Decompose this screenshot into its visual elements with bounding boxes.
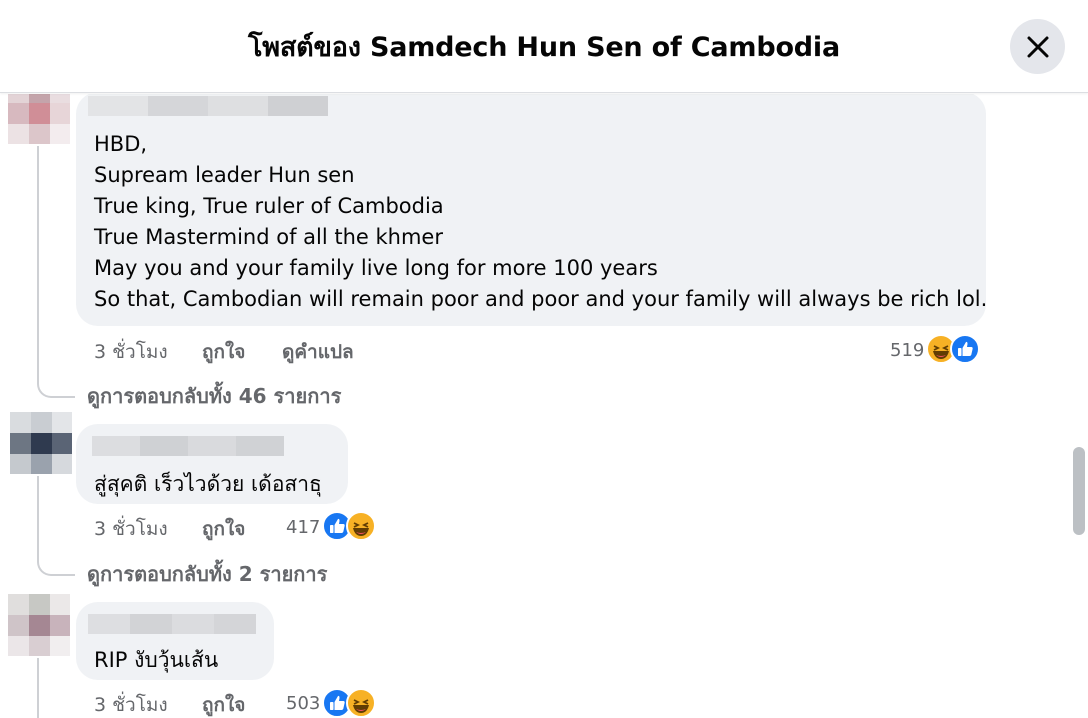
comment-bubble: HBD, Supream leader Hun sen True king, T…	[76, 94, 988, 326]
dialog-header: โพสต์ของ Samdech Hun Sen of Cambodia	[0, 0, 1088, 93]
see-translation-button[interactable]: ดูคำแปล	[282, 337, 354, 367]
author-name-blurred[interactable]	[92, 436, 284, 456]
like-button[interactable]: ถูกใจ	[202, 690, 245, 718]
comment-text-line: RIP งับวุ้นเส้น	[94, 648, 219, 672]
scrollbar-track[interactable]	[1072, 94, 1088, 718]
reactions[interactable]	[926, 334, 986, 364]
reactions[interactable]	[322, 511, 382, 541]
avatar[interactable]	[10, 412, 72, 474]
comment-text-line: True king, True ruler of Cambodia	[94, 194, 444, 218]
dialog-title: โพสต์ของ Samdech Hun Sen of Cambodia	[248, 31, 840, 63]
comment-text-line: True Mastermind of all the khmer	[94, 225, 443, 249]
view-replies-link[interactable]: ดูการตอบกลับทั้ง 46 รายการ	[87, 380, 341, 412]
comment-text-line: Supream leader Hun sen	[94, 163, 355, 187]
comment-timestamp[interactable]: 3 ชั่วโมง	[94, 690, 168, 718]
comment-timestamp[interactable]: 3 ชั่วโมง	[94, 337, 168, 367]
thread-connector	[37, 146, 75, 398]
comment-bubble: RIP งับวุ้นเส้น	[76, 602, 274, 680]
avatar[interactable]	[8, 594, 70, 656]
like-icon	[950, 334, 980, 364]
comments-list: HBD, Supream leader Hun sen True king, T…	[0, 94, 1088, 718]
thread-connector	[37, 476, 75, 576]
reaction-count[interactable]: 417	[286, 517, 320, 538]
like-button[interactable]: ถูกใจ	[202, 337, 245, 367]
haha-icon	[346, 511, 376, 541]
reaction-count[interactable]: 519	[890, 340, 924, 361]
reactions[interactable]	[322, 688, 382, 718]
author-name-blurred[interactable]	[88, 96, 328, 116]
author-name-blurred[interactable]	[88, 614, 256, 634]
close-icon	[1027, 36, 1048, 57]
haha-icon	[346, 688, 376, 718]
scrollbar-thumb[interactable]	[1073, 447, 1085, 535]
reaction-count[interactable]: 503	[286, 693, 320, 714]
like-button[interactable]: ถูกใจ	[202, 514, 245, 544]
comment-bubble: สู่สุคติ เร็วไวด้วย เด้อสาธุ	[76, 424, 348, 504]
comment-text-line: HBD,	[94, 132, 148, 156]
close-button[interactable]	[1010, 19, 1065, 74]
comment-text-line: สู่สุคติ เร็วไวด้วย เด้อสาธุ	[94, 472, 322, 496]
comment-text-line: May you and your family live long for mo…	[94, 256, 658, 280]
thread-connector	[37, 658, 39, 718]
view-replies-link[interactable]: ดูการตอบกลับทั้ง 2 รายการ	[87, 558, 327, 590]
avatar[interactable]	[8, 94, 70, 144]
comment-timestamp[interactable]: 3 ชั่วโมง	[94, 514, 168, 544]
comment-text-line: So that, Cambodian will remain poor and …	[94, 287, 988, 311]
